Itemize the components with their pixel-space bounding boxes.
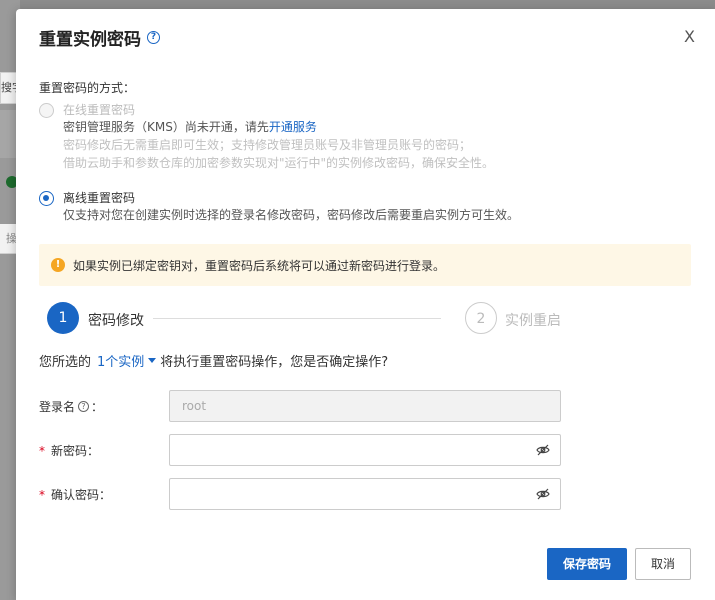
online-reset-title: 在线重置密码	[63, 103, 136, 117]
confirm-suffix: 将执行重置密码操作，您是否确定操作?	[160, 355, 389, 370]
new-password-label-text: 新密码：	[51, 444, 100, 458]
login-name-colon: ：	[91, 400, 104, 414]
keypair-alert: ! 如果实例已绑定密钥对，重置密码后系统将可以通过新密码进行登录。	[39, 244, 691, 286]
eye-off-icon[interactable]	[536, 488, 550, 500]
reset-password-dialog: 重置实例密码 ? X 重置密码的方式： 在线重置密码 密钥管理服务（KMS）尚未…	[16, 9, 715, 600]
login-name-label: 登录名?：	[39, 398, 103, 415]
method-label: 重置密码的方式：	[39, 81, 136, 95]
confirm-prefix: 您所选的	[39, 355, 92, 370]
step-2-indicator: 2	[465, 302, 497, 334]
dialog-title-text: 重置实例密码	[39, 30, 141, 50]
eye-off-icon[interactable]	[536, 444, 550, 456]
confirm-password-label: * 确认密码：	[39, 486, 111, 503]
dialog-title: 重置实例密码 ?	[39, 25, 160, 50]
alert-text: 如果实例已绑定密钥对，重置密码后系统将可以通过新密码进行登录。	[73, 258, 446, 273]
new-password-input[interactable]	[169, 434, 561, 466]
new-password-label: * 新密码：	[39, 442, 99, 459]
confirm-message: 您所选的 1个实例 将执行重置密码操作，您是否确定操作?	[39, 351, 388, 370]
offline-reset-option[interactable]: 离线重置密码 仅支持对您在创建实例时选择的登录名修改密码，密码修改后需要重启实例…	[39, 190, 519, 224]
selected-instances-text: 1个实例	[97, 355, 145, 370]
step-2-label: 实例重启	[505, 313, 561, 329]
warning-icon: !	[51, 258, 65, 272]
stepper: 1 密码修改 2 实例重启	[47, 302, 687, 336]
required-mark: *	[39, 487, 45, 502]
online-reset-desc-1: 密码修改后无需重启即可生效；支持修改管理员账号及非管理员账号的密码；	[63, 138, 472, 152]
enable-service-link[interactable]: 开通服务	[269, 120, 317, 134]
selected-instances-dropdown[interactable]: 1个实例	[97, 351, 157, 370]
online-reset-radio[interactable]	[39, 103, 54, 118]
caret-down-icon	[148, 358, 157, 363]
step-1-indicator: 1	[47, 302, 79, 334]
kms-notice-text: 密钥管理服务（KMS）尚未开通，请先	[63, 120, 269, 134]
offline-reset-radio[interactable]	[39, 191, 54, 206]
login-name-label-text: 登录名	[39, 400, 76, 414]
help-icon[interactable]: ?	[147, 31, 160, 44]
confirm-password-label-text: 确认密码：	[51, 488, 112, 502]
offline-reset-title: 离线重置密码	[63, 191, 136, 205]
required-mark: *	[39, 443, 45, 458]
step-connector	[153, 318, 441, 319]
close-button[interactable]: X	[684, 27, 695, 46]
online-reset-desc-2: 借助云助手和参数仓库的加密参数实现对"运行中"的实例修改密码，确保安全性。	[63, 156, 495, 170]
online-reset-option: 在线重置密码 密钥管理服务（KMS）尚未开通，请先开通服务 密码修改后无需重启即…	[39, 102, 494, 172]
question-icon[interactable]: ?	[78, 401, 90, 412]
save-password-button[interactable]: 保存密码	[547, 548, 627, 580]
login-name-field: root	[169, 390, 561, 422]
step-1-label: 密码修改	[88, 313, 144, 329]
offline-reset-desc: 仅支持对您在创建实例时选择的登录名修改密码，密码修改后需要重启实例方可生效。	[63, 208, 520, 222]
cancel-button[interactable]: 取消	[635, 548, 691, 580]
kms-notice: 密钥管理服务（KMS）尚未开通，请先开通服务	[63, 118, 494, 136]
confirm-password-input[interactable]	[169, 478, 561, 510]
